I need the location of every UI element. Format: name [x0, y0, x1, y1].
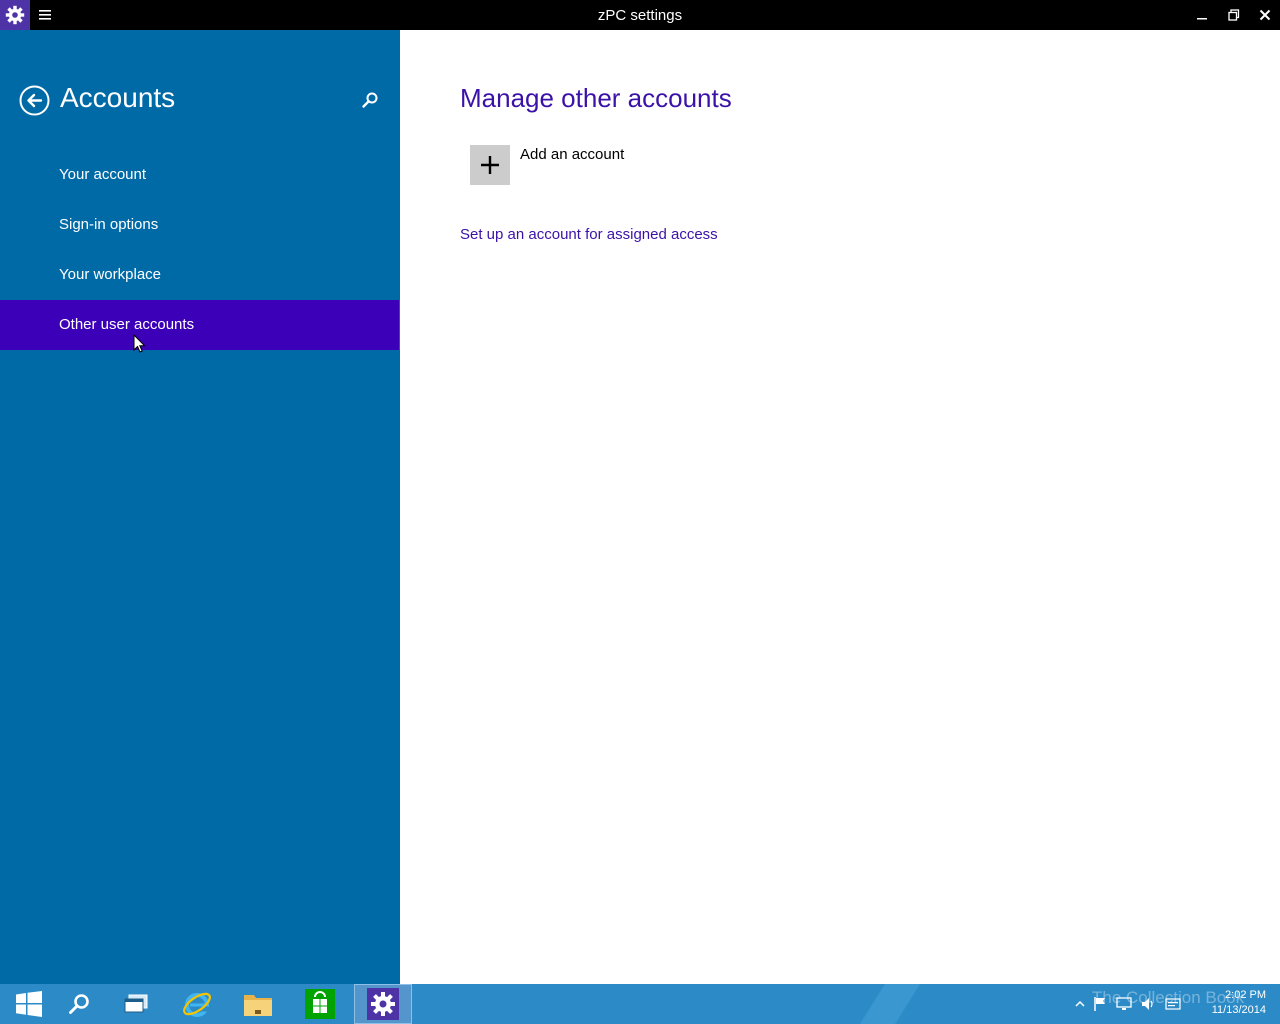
- add-account-label[interactable]: Add an account: [520, 146, 624, 163]
- internet-explorer-icon: [183, 992, 211, 1017]
- sidebar-item-label: Sign-in options: [59, 216, 159, 233]
- sidebar-heading: Accounts: [60, 82, 176, 113]
- back-button[interactable]: [19, 85, 50, 116]
- restore-button[interactable]: [1218, 0, 1250, 30]
- settings-taskbar-button[interactable]: [354, 984, 412, 1024]
- title-bar: zPC settings: [0, 0, 1280, 30]
- sidebar-item-label: Your account: [59, 166, 147, 183]
- task-view-button[interactable]: [107, 984, 165, 1024]
- task-view-icon: [124, 994, 148, 1013]
- clock-time: 2:02 PM: [1225, 989, 1266, 1001]
- plus-icon: [481, 156, 499, 174]
- back-arrow-icon: [19, 85, 50, 116]
- add-account-button[interactable]: [470, 145, 510, 185]
- settings-icon: [367, 988, 399, 1020]
- internet-explorer-button[interactable]: [168, 984, 226, 1024]
- taskbar-search-button[interactable]: [50, 984, 108, 1024]
- input-indicator-icon[interactable]: [1160, 997, 1186, 1011]
- sidebar-item-your-workplace[interactable]: Your workplace: [0, 250, 400, 300]
- page-title: Manage other accounts: [460, 83, 732, 113]
- taskbar-decoration: [860, 984, 920, 1024]
- store-icon: [305, 989, 335, 1019]
- volume-icon[interactable]: [1136, 996, 1160, 1012]
- store-button[interactable]: [291, 984, 349, 1024]
- start-icon: [16, 991, 42, 1017]
- close-icon: [1259, 9, 1271, 21]
- network-icon[interactable]: [1112, 996, 1136, 1012]
- restore-icon: [1228, 9, 1240, 21]
- window-title: zPC settings: [597, 7, 683, 24]
- minimize-button[interactable]: [1186, 0, 1218, 30]
- search-icon: [69, 994, 89, 1014]
- sidebar-item-label: Other user accounts: [59, 316, 195, 333]
- clock-date: 11/13/2014: [1211, 1004, 1266, 1016]
- gear-icon: [5, 5, 25, 25]
- sidebar-item-other-user-accounts[interactable]: Other user accounts: [0, 300, 399, 350]
- system-tray: [1072, 984, 1186, 1024]
- sidebar: Accounts Your account Sign-in options Yo…: [0, 30, 400, 984]
- mouse-cursor-icon: [133, 334, 146, 353]
- file-explorer-icon: [244, 995, 272, 1016]
- search-button[interactable]: [360, 90, 380, 110]
- clock[interactable]: 2:02 PM 11/13/2014: [1212, 988, 1266, 1018]
- assigned-access-link[interactable]: Set up an account for assigned access: [460, 226, 718, 243]
- sidebar-item-label: Your workplace: [59, 266, 162, 283]
- taskbar: The Collection Book 2:02 PM 11/13/2014: [0, 984, 1280, 1024]
- show-hidden-icons-icon[interactable]: [1072, 1000, 1088, 1008]
- search-icon: [362, 92, 378, 108]
- settings-app-icon[interactable]: [0, 0, 30, 30]
- file-explorer-button[interactable]: [229, 984, 287, 1024]
- sidebar-item-sign-in-options[interactable]: Sign-in options: [0, 200, 400, 250]
- minimize-icon: [1197, 18, 1207, 20]
- sidebar-item-your-account[interactable]: Your account: [0, 150, 400, 200]
- close-button[interactable]: [1249, 0, 1280, 30]
- menu-icon[interactable]: [36, 5, 54, 25]
- main-content: Manage other accounts Add an account Set…: [400, 30, 1280, 984]
- action-center-flag-icon[interactable]: [1088, 996, 1112, 1012]
